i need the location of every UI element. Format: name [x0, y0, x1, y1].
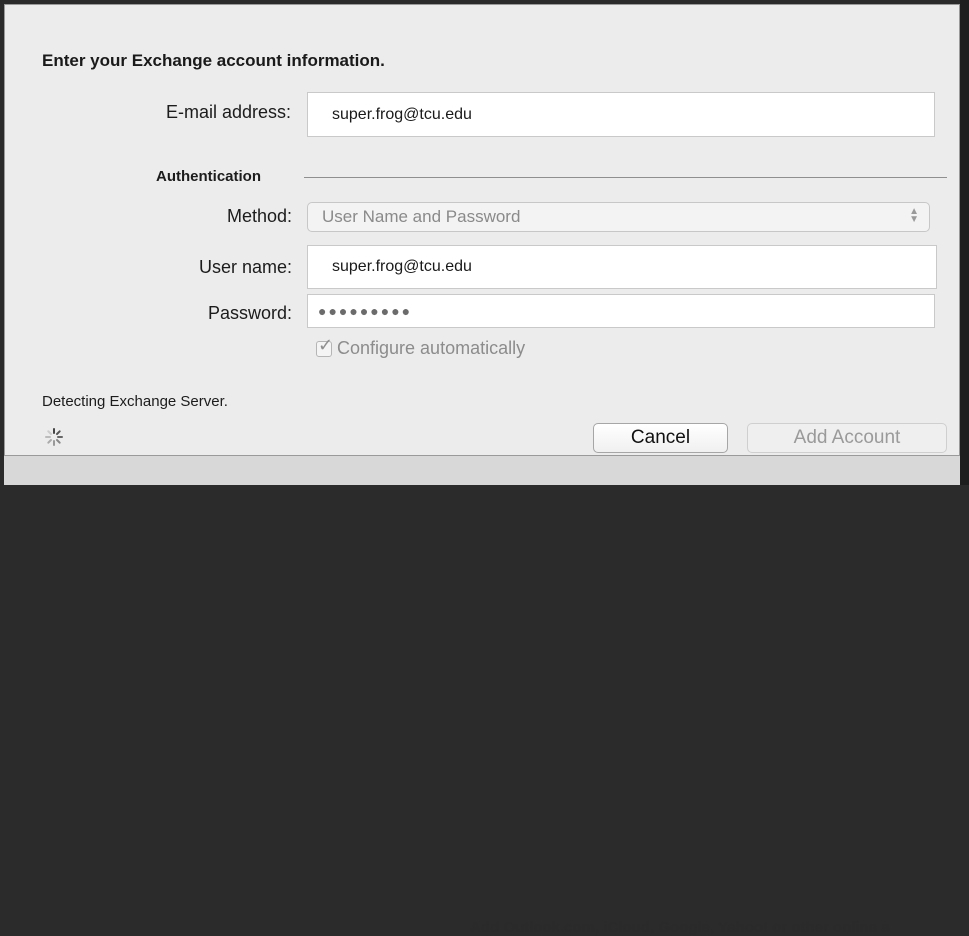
configure-checkbox[interactable]: ✓ — [316, 335, 333, 357]
background-window-edge — [960, 0, 969, 485]
spinner-icon — [45, 428, 63, 446]
add-account-button[interactable]: Add Account — [747, 423, 947, 453]
sheet-heading: Enter your Exchange account information. — [42, 51, 385, 70]
username-label: User name: — [198, 257, 292, 277]
background-partial-text: Add Outlook.com, iCloud, Google, Yahoo! … — [470, 919, 890, 936]
password-label: Password: — [207, 303, 292, 323]
up-down-arrows-icon: ▲ ▼ — [909, 206, 919, 225]
password-field[interactable]: ●●●●●●●●● — [307, 294, 935, 328]
method-select[interactable]: User Name and Password ▲ ▼ — [307, 202, 930, 232]
email-label: E-mail address: — [165, 102, 291, 122]
authentication-section-title: Authentication — [156, 168, 261, 185]
method-selected-value: User Name and Password — [322, 207, 521, 226]
method-label: Method: — [226, 206, 292, 226]
section-divider — [304, 177, 947, 178]
username-value: super.frog@tcu.edu — [332, 258, 472, 275]
email-value: super.frog@tcu.edu — [332, 105, 472, 123]
status-text: Detecting Exchange Server. — [42, 393, 228, 410]
configure-automatically-row[interactable]: ✓ Configure automatically — [316, 335, 526, 359]
cancel-button[interactable]: Cancel — [593, 423, 728, 453]
checkmark-icon: ✓ — [318, 334, 334, 355]
password-masked-value: ●●●●●●●●● — [318, 303, 413, 319]
background-window: Add Outlook.com, iCloud, Google, Yahoo! … — [4, 456, 960, 936]
configure-label: Configure automatically — [337, 338, 526, 358]
username-field[interactable]: super.frog@tcu.edu — [307, 245, 937, 289]
exchange-account-sheet: Enter your Exchange account information.… — [4, 4, 960, 456]
email-field[interactable]: super.frog@tcu.edu — [307, 92, 935, 137]
